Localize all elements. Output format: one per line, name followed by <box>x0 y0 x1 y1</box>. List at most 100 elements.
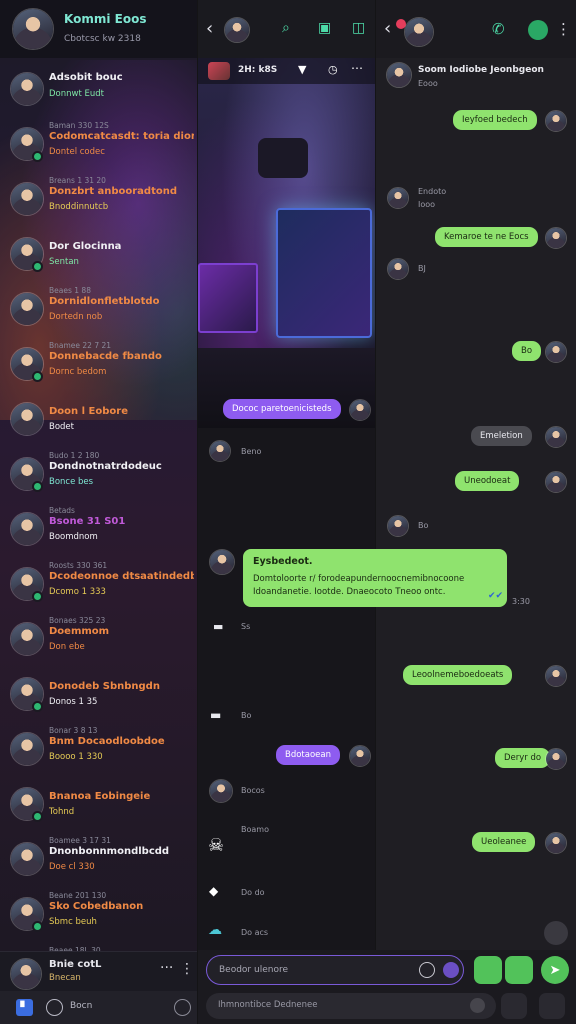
back-icon[interactable]: ‹ <box>206 18 213 39</box>
contact-name: Dnonbonnmondlbcdd <box>49 846 170 857</box>
contact-avatar[interactable] <box>10 732 44 766</box>
sender-avatar <box>209 779 233 803</box>
user-name: Bnie cotL <box>49 959 102 970</box>
contact-time: Beaes 1 88 <box>49 286 91 295</box>
contact-row[interactable]: Betads Bsone 31 S01 Boomdnom <box>0 502 197 557</box>
contact-row[interactable]: Roosts 330 361 Dcodeonnoe dtsaatindedb Dco… <box>0 557 197 612</box>
message-bubble-outgoing[interactable]: Uneodoeat <box>455 471 520 491</box>
skull-icon: ☠ <box>208 835 225 856</box>
emoji-icon[interactable] <box>174 999 191 1016</box>
contact-time: Baman 330 12S <box>49 121 109 130</box>
kebab-menu-icon[interactable]: ⋮ <box>180 961 194 977</box>
message-bubble-outgoing[interactable]: Deryr do <box>495 748 551 768</box>
info-icon[interactable]: ◫ <box>352 20 365 36</box>
attach-icon[interactable] <box>443 962 459 978</box>
contact-row[interactable]: Beaes 1 88 Dornidlonfletblotdo Dortedn nob <box>0 282 197 337</box>
profile-header[interactable]: Kommi Eoos Cbotcsc kw 2318 <box>0 0 197 58</box>
scroll-down-button[interactable] <box>544 921 568 945</box>
contact-avatar[interactable] <box>10 842 44 876</box>
contact-row[interactable]: Beane 201 130 Sko Cobedbanon Sbmc beuh <box>0 887 197 942</box>
message-input[interactable]: Beodor ulenore <box>206 955 464 985</box>
message-text: Iooo <box>418 200 436 209</box>
contact-row[interactable]: Budo 1 2 180 Dondnotnatrdodeuc Bonce bes <box>0 447 197 502</box>
translate-icon[interactable]: ▼ <box>298 63 306 76</box>
message-card-incoming[interactable]: Eysbedeot. Domtoloorte r/ forodeapundern… <box>243 549 507 607</box>
settings-icon[interactable] <box>46 999 63 1016</box>
chat-avatar[interactable] <box>404 17 434 47</box>
emoji-icon[interactable] <box>470 998 485 1013</box>
contact-row[interactable]: Breans 1 31 20 Donzbrt anbooradtond Bnoddi… <box>0 172 197 227</box>
contact-preview: Dornc bedom <box>49 367 107 377</box>
gallery-button[interactable] <box>474 956 502 984</box>
sticker-button[interactable] <box>505 956 533 984</box>
contact-time: Bonaes 325 23 <box>49 616 106 625</box>
contact-row[interactable]: Bonar 3 8 13 Bnm Docaodloobdoe Boooo 1 330 <box>0 722 197 777</box>
contact-avatar[interactable] <box>10 402 44 436</box>
kebab-menu-icon[interactable]: ⋮ <box>556 20 571 38</box>
media-preview[interactable]: 2H: k8S ▼ ◷ ⋯ <box>198 58 375 428</box>
contact-subtitle: Eooo <box>418 79 438 88</box>
message-bubble-outgoing[interactable]: Ueoleanee <box>472 832 536 852</box>
phone-icon[interactable]: ✆ <box>492 20 505 38</box>
contact-row[interactable]: Donodeb Sbnbngdn Donos 1 35 <box>0 667 197 722</box>
sender-avatar <box>209 440 231 462</box>
media-thumb[interactable] <box>208 62 230 80</box>
attachment-icon[interactable]: ▬ <box>213 620 223 633</box>
message-bubble-outgoing[interactable]: Bo <box>512 341 542 361</box>
sender-avatar <box>349 745 371 767</box>
contact-preview: Donos 1 35 <box>49 697 98 707</box>
contact-preview: Don ebe <box>49 642 85 652</box>
group-chat-panel: ‹ ⌕ ▣ ◫ 2H: k8S ▼ ◷ ⋯ <box>198 0 375 950</box>
secondary-input[interactable]: Ihmnontibce Dednenee <box>206 993 496 1019</box>
contact-avatar[interactable] <box>10 622 44 656</box>
user-avatar[interactable] <box>10 958 42 990</box>
contact-avatar[interactable] <box>10 292 44 326</box>
emoji-icon[interactable] <box>419 962 435 978</box>
video-icon[interactable]: ▣ <box>318 20 331 36</box>
card-line: Domtoloorte r/ forodeapundernoocnemibnoc… <box>253 574 465 584</box>
share-button[interactable] <box>539 993 565 1019</box>
profile-avatar[interactable] <box>12 8 54 50</box>
contact-row[interactable]: Boamee 3 17 31 Dnonbonnmondlbcdd Doe cl 33… <box>0 832 197 887</box>
contact-row[interactable]: Bnamee 22 7 21 Donnebacde fbando Dornc bed… <box>0 337 197 392</box>
contact-name: Dcodeonnoe dtsaatindedb <box>49 571 194 582</box>
message-bubble-outgoing[interactable]: Kemaroe te ne Eocs <box>435 227 538 247</box>
back-icon[interactable]: ‹ <box>384 18 391 39</box>
contact-preview: Dortedn nob <box>49 312 103 322</box>
current-user-row[interactable]: Bnie cotL Bnecan ··· ⋮ <box>0 951 197 991</box>
contact-avatar[interactable] <box>10 72 44 106</box>
message-time: 3:30 <box>512 597 530 606</box>
message-bubble-outgoing[interactable]: Emeletion <box>471 426 532 446</box>
camera-button[interactable] <box>501 993 527 1019</box>
call-icon[interactable] <box>528 20 548 40</box>
contact-row[interactable]: Doon l Eobore Bodet <box>0 392 197 447</box>
message-bubble-outgoing[interactable]: Ieyfoed bedech <box>453 110 537 130</box>
send-button[interactable]: ➤ <box>541 956 569 984</box>
timer-icon[interactable]: ◷ <box>328 63 338 76</box>
attachment-icon[interactable]: ▬ <box>210 708 221 722</box>
contact-name: Codomcatcasdt: toria dionet <box>49 131 194 142</box>
message-bubble-outgoing[interactable]: Dococ paretoenicisteds <box>223 399 341 419</box>
message-bubble-outgoing[interactable]: Leoolnemeboedoeats <box>403 665 513 685</box>
contact-preview: Doe cl 330 <box>49 862 95 872</box>
contact-avatar[interactable] <box>10 512 44 546</box>
more-icon[interactable]: ··· <box>160 960 173 976</box>
message-text: Bocos <box>241 786 265 795</box>
contact-name: Bnanoa Eobingeie <box>49 791 151 802</box>
media-bar: 2H: k8S ▼ ◷ ⋯ <box>198 58 375 84</box>
chat-avatar[interactable] <box>224 17 250 43</box>
message-bubble-outgoing[interactable]: Bdotaoean <box>276 745 340 765</box>
contact-row[interactable]: Baman 330 12S Codomcatcasdt: toria dionet… <box>0 117 197 172</box>
contact-name: Bnm Docaodloobdoe <box>49 736 165 747</box>
search-icon[interactable]: ⌕ <box>282 20 290 36</box>
contact-time: Betads <box>49 506 75 515</box>
more-icon[interactable]: ⋯ <box>351 61 363 75</box>
contact-avatar[interactable] <box>10 182 44 216</box>
chats-tab-icon[interactable]: ▘ <box>16 999 33 1016</box>
contact-row[interactable]: Adsobit bouc Donnwt Eudt <box>0 62 197 117</box>
contact-row[interactable]: Bnanoa Eobingeie Tohnd <box>0 777 197 832</box>
contact-row[interactable]: Dor Glocinna Sentan <box>0 227 197 282</box>
message-text: Beno <box>241 447 262 456</box>
message-text: Bo <box>418 521 429 530</box>
contact-row[interactable]: Bonaes 325 23 Doemmom Don ebe <box>0 612 197 667</box>
